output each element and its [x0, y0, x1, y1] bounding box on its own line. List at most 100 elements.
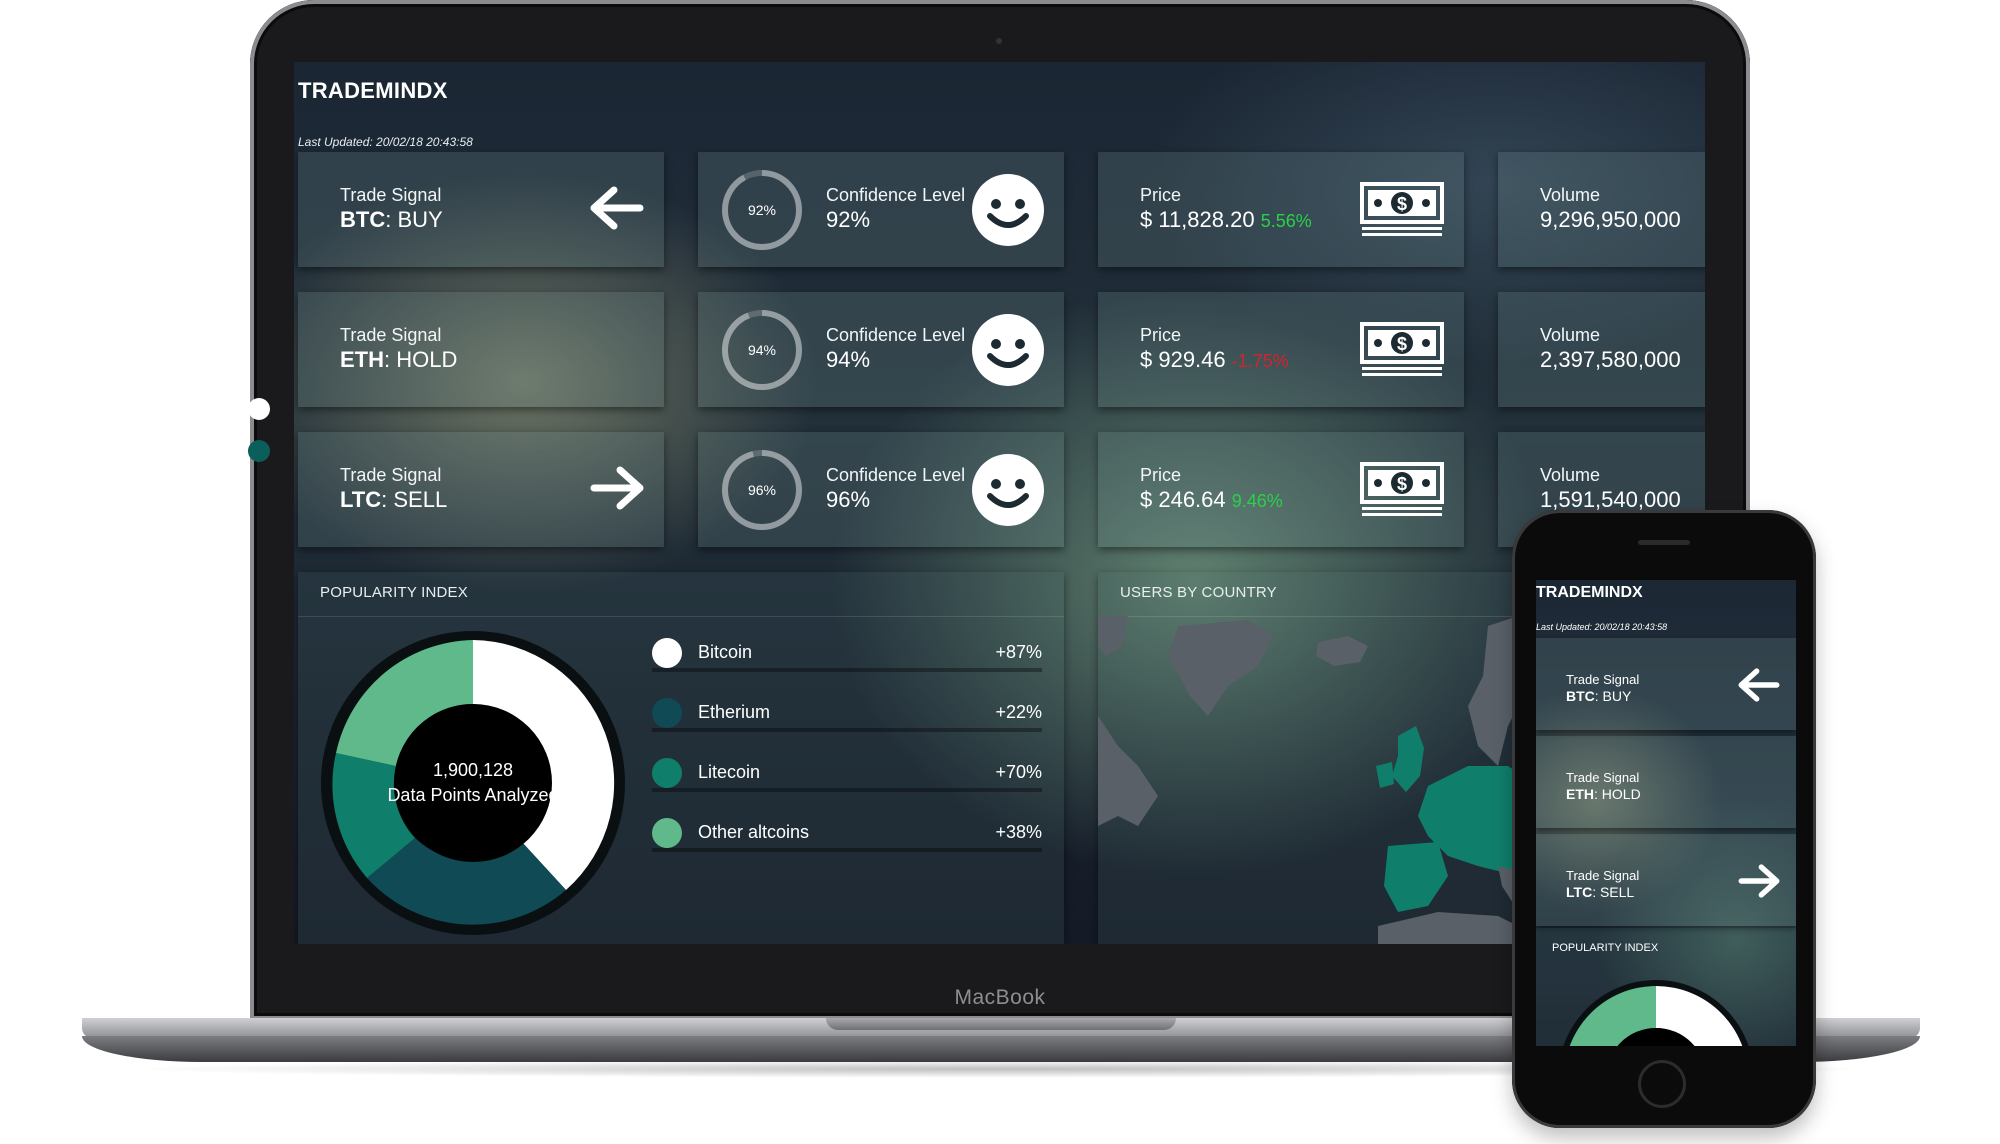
smiley-icon [972, 454, 1044, 526]
price-label: Price [1140, 465, 1182, 485]
trade-signal-value: BTC: BUY [1566, 688, 1632, 704]
trade-signal-card-btc[interactable]: Trade Signal BTC: BUY [298, 152, 664, 267]
volume-card-btc[interactable]: Volume 9,296,950,000 [1498, 152, 1705, 267]
volume-value: 9,296,950,000 [1540, 207, 1681, 232]
price-change: 9.46% [1231, 491, 1283, 511]
trade-signal-label: Trade Signal [1566, 672, 1640, 687]
trade-signal-value: LTC: SELL [1566, 884, 1635, 900]
donut-center-label: Data Points Analyzed [387, 785, 559, 805]
laptop-notch [826, 1018, 1176, 1030]
map-region-ireland [1376, 762, 1394, 788]
legend-dot [652, 698, 682, 728]
svg-text:$: $ [1397, 474, 1407, 494]
confidence-label: Confidence Level [826, 325, 966, 345]
cash-icon: $ [1360, 322, 1444, 376]
svg-text:$: $ [1397, 194, 1407, 214]
arrow-right-icon [590, 466, 644, 510]
volume-card-eth[interactable]: Volume 2,397,580,000 [1498, 292, 1705, 407]
legend-dot [652, 818, 682, 848]
trade-signal-value: BTC: BUY [340, 207, 443, 232]
confidence-label: Confidence Level [826, 185, 966, 205]
cash-icon: $ [1360, 182, 1444, 236]
arrow-right-icon [1738, 864, 1780, 898]
panel-divider [298, 616, 1064, 617]
phone-home-button[interactable] [1638, 1060, 1686, 1108]
price-change: 5.56% [1260, 211, 1312, 231]
trade-signal-value: ETH: HOLD [1566, 786, 1641, 802]
confidence-card-ltc[interactable]: 96% Confidence Level 96% [698, 432, 1064, 547]
last-updated: Last Updated: 20/02/18 20:43:58 [298, 135, 473, 149]
trade-signal-label: Trade Signal [340, 325, 442, 345]
price-value: $ 11,828.20 5.56% [1140, 207, 1312, 232]
users-by-country-title: USERS BY COUNTRY [1120, 584, 1277, 601]
phone-trade-signal-card-ltc[interactable]: Trade Signal LTC: SELL [1536, 834, 1796, 926]
arrow-left-icon [1738, 668, 1780, 702]
map-region-canada [1098, 716, 1158, 826]
price-label: Price [1140, 185, 1182, 205]
legend-value: +38% [995, 822, 1042, 842]
volume-value: 2,397,580,000 [1540, 347, 1681, 372]
cash-icon: $ [1360, 462, 1444, 516]
legend-item-bitcoin[interactable]: Bitcoin +87% [652, 634, 1042, 672]
trade-signal-card-ltc[interactable]: Trade Signal LTC: SELL [298, 432, 664, 547]
smiley-icon [972, 174, 1044, 246]
legend-item-litecoin[interactable]: Litecoin +70% [652, 754, 1042, 792]
map-region-iceland [1316, 636, 1368, 666]
confidence-value: 96% [826, 487, 871, 512]
price-card-ltc[interactable]: Price $ 246.64 9.46% $ [1098, 432, 1464, 547]
legend-label: Litecoin [698, 762, 761, 782]
phone-last-updated: Last Updated: 20/02/18 20:43:58 [1536, 622, 1668, 632]
legend-dot [652, 638, 682, 668]
confidence-card-eth[interactable]: 94% Confidence Level 94% [698, 292, 1064, 407]
map-region-iberia [1384, 842, 1448, 912]
phone-brand-title: TRADEMINDX [1536, 584, 1643, 601]
legend-value: +22% [995, 702, 1042, 722]
legend-item-etherium[interactable]: Etherium +22% [652, 694, 1042, 732]
volume-label: Volume [1540, 465, 1601, 485]
phone-trade-signal-card-eth[interactable]: Trade Signal ETH: HOLD [1536, 736, 1796, 828]
phone-screen: TRADEMINDX Last Updated: 20/02/18 20:43:… [1536, 580, 1796, 1046]
donut-center-value: 1,900,128 [432, 760, 514, 780]
svg-text:$: $ [1397, 334, 1407, 354]
legend-label: Bitcoin [698, 642, 753, 662]
price-card-btc[interactable]: Price $ 11,828.20 5.56% $ [1098, 152, 1464, 267]
legend-item-other-altcoins[interactable]: Other altcoins +38% [652, 814, 1042, 852]
phone-popularity-title: POPULARITY INDEX [1552, 942, 1659, 954]
phone-popularity-donut [1563, 980, 1749, 1046]
confidence-ring-label: 92% [747, 202, 777, 218]
confidence-label: Confidence Level [826, 465, 966, 485]
confidence-value: 92% [826, 207, 871, 232]
map-region-uk [1392, 726, 1424, 792]
confidence-card-btc[interactable]: 92% Confidence Level 92% [698, 152, 1064, 267]
confidence-value: 94% [826, 347, 871, 372]
price-value: $ 929.46 -1.75% [1140, 347, 1289, 372]
map-region-greenland [1168, 620, 1273, 716]
price-card-eth[interactable]: Price $ 929.46 -1.75% $ [1098, 292, 1464, 407]
confidence-ring-label: 94% [747, 342, 777, 358]
confidence-ring-label: 96% [747, 482, 777, 498]
popularity-index-title: POPULARITY INDEX [320, 584, 468, 601]
smiley-icon [972, 314, 1044, 386]
trade-signal-value: LTC: SELL [340, 487, 448, 512]
price-value: $ 246.64 9.46% [1140, 487, 1283, 512]
phone-trade-signal-card-btc[interactable]: Trade Signal BTC: BUY [1536, 638, 1796, 730]
trade-signal-value: ETH: HOLD [340, 347, 458, 372]
brand-title: TRADEMINDX [298, 78, 448, 103]
trade-signal-label: Trade Signal [340, 185, 442, 205]
dashboard-screen: TRADEMINDX Last Updated: 20/02/18 20:43:… [294, 62, 1705, 944]
phone-legend-dot-bitcoin [248, 398, 270, 420]
legend-dot [652, 758, 682, 788]
legend-value: +70% [995, 762, 1042, 782]
phone-legend-dot-etherium [248, 440, 270, 462]
trade-signal-label: Trade Signal [1566, 868, 1640, 883]
map-region-north [1098, 616, 1128, 656]
arrow-left-icon [590, 186, 644, 230]
volume-label: Volume [1540, 325, 1601, 345]
phone-popularity-panel: POPULARITY INDEX [1536, 928, 1796, 1046]
legend-value: +87% [995, 642, 1042, 662]
volume-label: Volume [1540, 185, 1601, 205]
legend-label: Other altcoins [698, 822, 810, 842]
price-label: Price [1140, 325, 1182, 345]
trade-signal-label: Trade Signal [1566, 770, 1640, 785]
trade-signal-card-eth[interactable]: Trade Signal ETH: HOLD [298, 292, 664, 407]
